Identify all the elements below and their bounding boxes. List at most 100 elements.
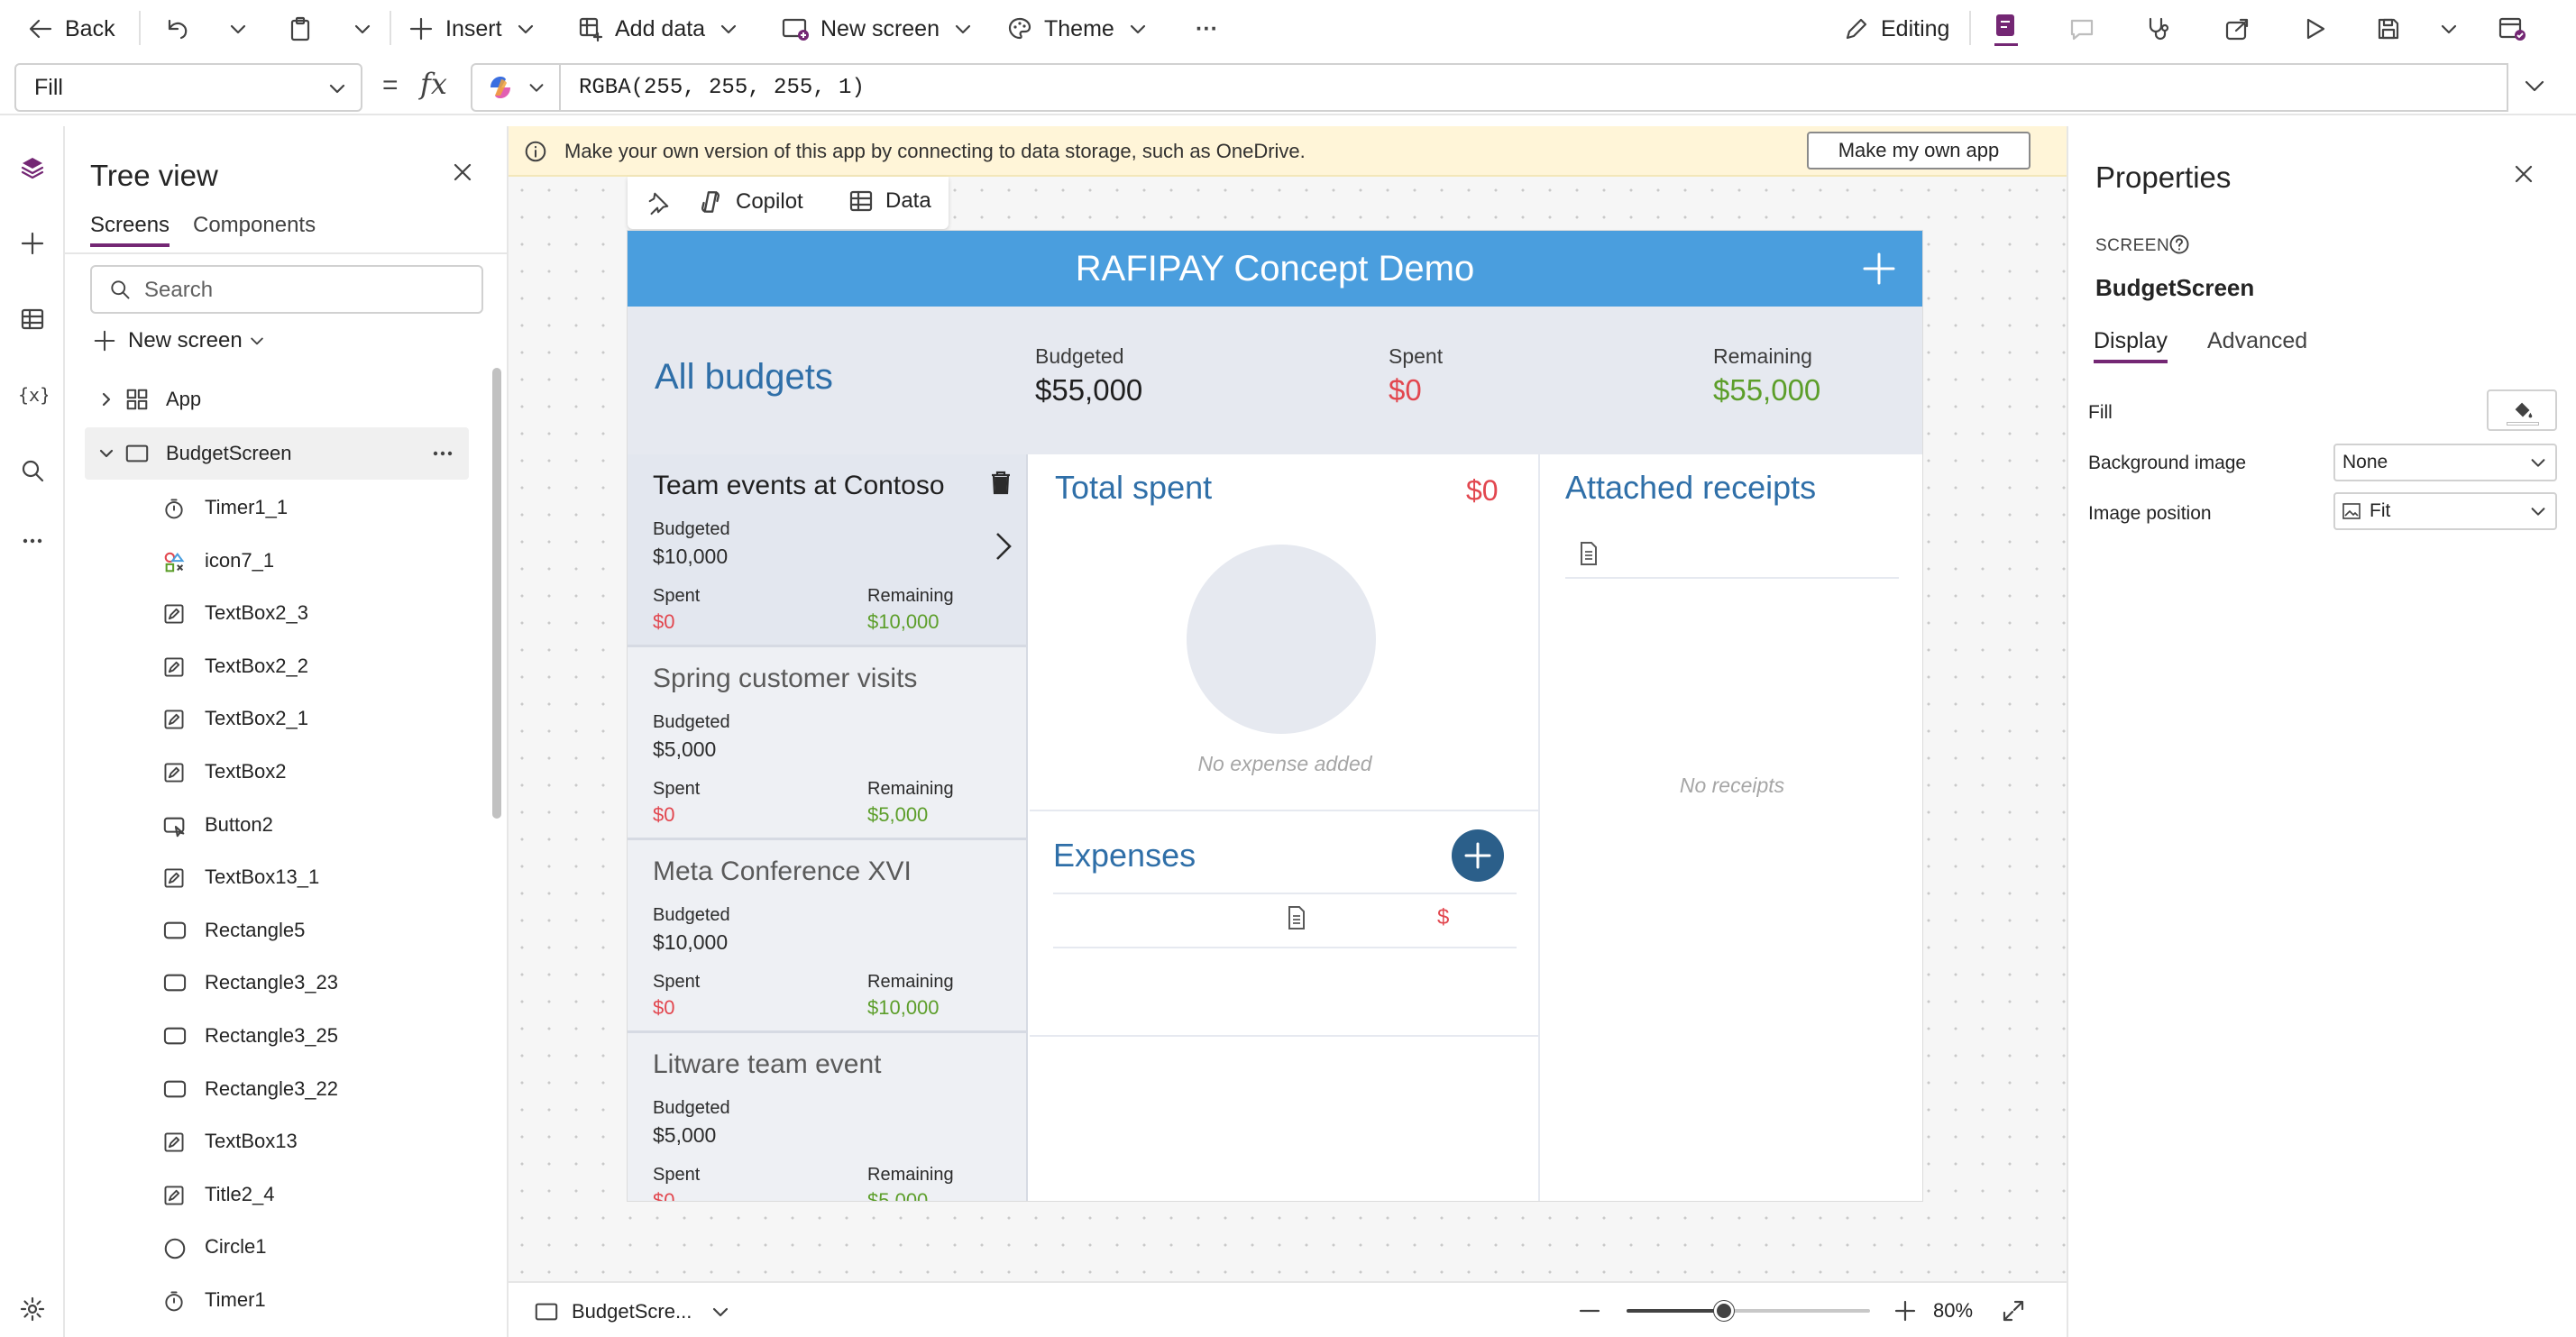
more-commands-button[interactable]: ··· bbox=[1196, 0, 1218, 58]
budgeted-value: $10,000 bbox=[653, 545, 729, 568]
stethoscope-icon bbox=[2149, 17, 2169, 41]
rectangle-icon bbox=[162, 1078, 188, 1100]
copilot-formula-button[interactable] bbox=[471, 63, 561, 112]
tab-display[interactable]: Display bbox=[2094, 328, 2168, 363]
summary-remaining-label: Remaining bbox=[1713, 344, 1812, 368]
data-rail-button[interactable] bbox=[13, 299, 52, 339]
no-expense-message: No expense added bbox=[1197, 752, 1372, 775]
back-button[interactable]: Back bbox=[27, 0, 115, 58]
textbox-icon bbox=[162, 761, 186, 784]
more-rail-button[interactable] bbox=[13, 521, 52, 561]
undo-more-button[interactable] bbox=[227, 0, 260, 58]
budget-card[interactable]: Meta Conference XVI Budgeted $10,000 Spe… bbox=[628, 840, 1026, 1033]
tree-node-budgetscreen[interactable]: BudgetScreen bbox=[85, 427, 469, 480]
comments-button[interactable] bbox=[2068, 0, 2106, 58]
paste-more-button[interactable] bbox=[352, 0, 384, 58]
tree-node-textbox2[interactable]: TextBox2 bbox=[65, 746, 489, 798]
tree-node-rectangle3-23[interactable]: Rectangle3_23 bbox=[65, 957, 489, 1009]
theme-label: Theme bbox=[1044, 15, 1114, 41]
spent-label: Spent bbox=[653, 972, 701, 992]
tree-node-circle1[interactable]: Circle1 bbox=[65, 1221, 489, 1273]
budgeted-value: $5,000 bbox=[653, 1123, 717, 1147]
fit-to-window-button[interactable] bbox=[2000, 1297, 2027, 1324]
zoom-in-button[interactable] bbox=[1892, 1297, 1919, 1324]
insert-rail-button[interactable] bbox=[13, 224, 52, 263]
theme-button[interactable]: Theme bbox=[1006, 0, 1160, 58]
document-icon bbox=[1288, 906, 1305, 929]
formula-input[interactable]: RGBA(255, 255, 255, 1) bbox=[561, 63, 2508, 112]
copilot-pane-button[interactable] bbox=[1991, 0, 2032, 58]
editing-mode-button[interactable]: Editing bbox=[1843, 0, 1949, 58]
screen-selector[interactable]: BudgetScre... bbox=[534, 1296, 731, 1328]
tree-node-icon7-1[interactable]: icon7_1 bbox=[65, 535, 489, 587]
budget-card[interactable]: Litware team event Budgeted $5,000 Spent… bbox=[628, 1033, 1026, 1201]
zoom-slider-thumb[interactable] bbox=[1714, 1301, 1734, 1321]
app-checker-button[interactable] bbox=[2144, 0, 2182, 58]
zoom-slider-fill bbox=[1627, 1309, 1724, 1313]
canvas-data-button[interactable]: Data bbox=[848, 188, 931, 215]
close-properties-button[interactable] bbox=[2510, 160, 2537, 188]
textbox-icon bbox=[162, 1184, 186, 1207]
expand-icon bbox=[2003, 1300, 2024, 1322]
tree-node-rectangle3-22[interactable]: Rectangle3_22 bbox=[65, 1063, 489, 1115]
tab-advanced[interactable]: Advanced bbox=[2207, 328, 2307, 354]
publish-button[interactable] bbox=[2498, 0, 2537, 58]
share-button[interactable] bbox=[2223, 0, 2261, 58]
tree-node-textbox13-1[interactable]: TextBox13_1 bbox=[65, 851, 489, 903]
tree-node-rectangle5[interactable]: Rectangle5 bbox=[65, 904, 489, 957]
preview-button[interactable] bbox=[2301, 0, 2339, 58]
tree-node-timer1[interactable]: Timer1 bbox=[65, 1274, 489, 1326]
budget-card[interactable]: Spring customer visits Budgeted $5,000 S… bbox=[628, 647, 1026, 840]
tree-search-input[interactable]: Search bbox=[90, 265, 483, 314]
tree-node-button2[interactable]: Button2 bbox=[65, 799, 489, 851]
tree-new-screen-button[interactable]: New screen bbox=[92, 323, 266, 359]
chevron-down-icon bbox=[518, 24, 533, 34]
save-more-button[interactable] bbox=[2438, 0, 2471, 58]
property-dropdown[interactable]: Fill bbox=[14, 63, 362, 112]
paste-button[interactable] bbox=[287, 0, 325, 58]
tree-node-label: TextBox2 bbox=[205, 760, 287, 783]
close-tree-button[interactable] bbox=[449, 159, 476, 186]
search-rail-button[interactable] bbox=[13, 451, 52, 490]
tab-components[interactable]: Components bbox=[193, 213, 316, 238]
tree-node-textbox2-2[interactable]: TextBox2_2 bbox=[65, 640, 489, 692]
add-expense-button[interactable] bbox=[1452, 829, 1504, 882]
fill-color-picker[interactable] bbox=[2487, 389, 2557, 431]
make-my-own-app-button[interactable]: Make my own app bbox=[1807, 132, 2031, 169]
tree-node-timer1-1[interactable]: Timer1_1 bbox=[65, 481, 489, 534]
trash-icon[interactable] bbox=[988, 469, 1013, 496]
background-image-dropdown[interactable]: None bbox=[2333, 444, 2557, 481]
settings-rail-button[interactable] bbox=[13, 1289, 52, 1329]
app-screen[interactable]: RAFIPAY Concept Demo All budgets Budgete… bbox=[628, 231, 1922, 1201]
chevron-right-icon[interactable] bbox=[992, 530, 1015, 563]
tree-node-textbox13[interactable]: TextBox13 bbox=[65, 1115, 489, 1168]
budget-card[interactable]: Team events at Contoso Budgeted $10,000 … bbox=[628, 454, 1026, 647]
tree-node-title2-4[interactable]: Title2_4 bbox=[65, 1168, 489, 1221]
help-icon[interactable] bbox=[2168, 233, 2191, 256]
textbox-icon bbox=[162, 708, 186, 731]
tree-scrollbar[interactable] bbox=[492, 368, 501, 819]
add-budget-icon[interactable] bbox=[1861, 251, 1897, 287]
undo-button[interactable] bbox=[162, 0, 200, 58]
budget-title: Meta Conference XVI bbox=[653, 856, 912, 886]
insert-button[interactable]: Insert bbox=[408, 0, 547, 58]
add-data-button[interactable]: Add data bbox=[577, 0, 750, 58]
receipts-panel: Attached receipts No receipts bbox=[1542, 454, 1922, 1201]
tab-screens[interactable]: Screens bbox=[90, 213, 170, 247]
expand-formula-button[interactable] bbox=[2521, 72, 2548, 99]
canvas-copilot-button[interactable]: Copilot bbox=[696, 188, 803, 216]
divider bbox=[1053, 893, 1517, 894]
save-button[interactable] bbox=[2375, 0, 2413, 58]
image-position-dropdown[interactable]: Fit bbox=[2333, 492, 2557, 530]
zoom-out-button[interactable] bbox=[1576, 1297, 1603, 1324]
tree-node-textbox2-1[interactable]: TextBox2_1 bbox=[65, 692, 489, 745]
variables-rail-button[interactable]: {x} bbox=[13, 375, 52, 415]
tree-node-app[interactable]: App bbox=[65, 373, 489, 426]
new-screen-button[interactable]: New screen bbox=[781, 0, 985, 58]
tree-node-rectangle3-25[interactable]: Rectangle3_25 bbox=[65, 1010, 489, 1062]
tree-node-textbox2-3[interactable]: TextBox2_3 bbox=[65, 587, 489, 639]
paint-bucket-icon bbox=[2515, 402, 2533, 418]
fill-swatch bbox=[2507, 422, 2539, 426]
zoom-slider[interactable] bbox=[1627, 1301, 1870, 1321]
tree-view-rail-button[interactable] bbox=[13, 148, 52, 188]
